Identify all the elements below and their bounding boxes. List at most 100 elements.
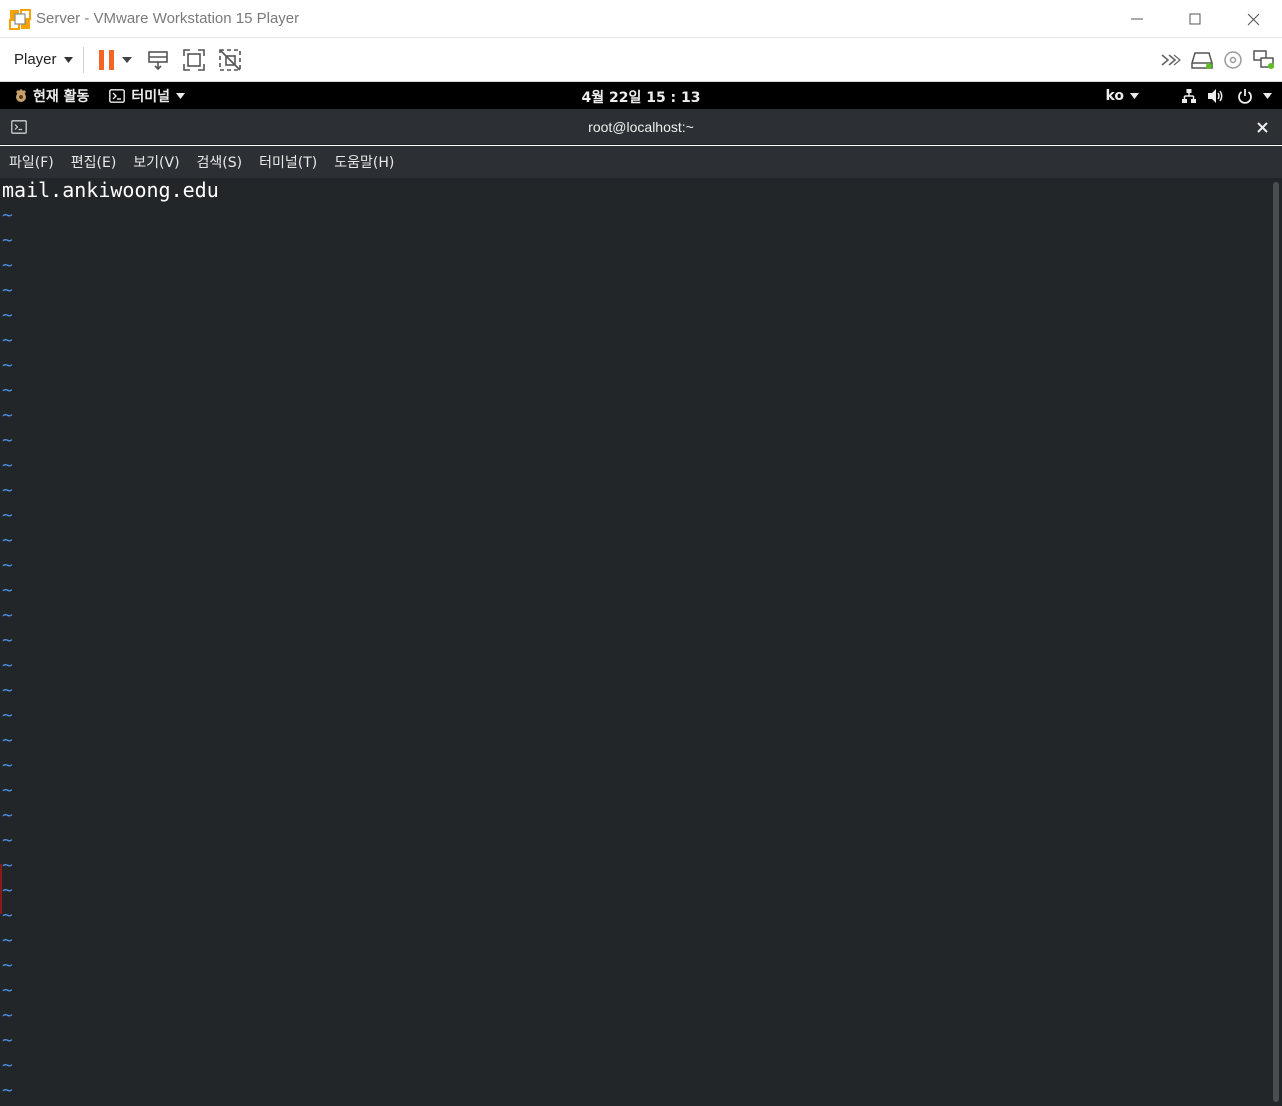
pause-icon	[98, 49, 114, 70]
close-window-button[interactable]	[1224, 0, 1282, 38]
vim-empty-line-marker: ~	[2, 805, 13, 826]
vim-empty-line-marker: ~	[2, 205, 13, 226]
buffer-line: mail.ankiwoong.edu	[2, 178, 219, 202]
full-screen-button[interactable]	[182, 45, 206, 75]
vim-empty-line-marker: ~	[2, 1080, 13, 1101]
terminal-headerbar: root@localhost:~	[0, 109, 1282, 145]
player-menu-button[interactable]: Player	[14, 45, 73, 75]
vim-empty-line-marker: ~	[2, 930, 13, 951]
vim-empty-line-marker: ~	[2, 655, 13, 676]
player-menu-label: Player	[14, 51, 57, 68]
vim-empty-line-marker: ~	[2, 855, 13, 876]
window-titlebar: Server - VMware Workstation 15 Player	[0, 0, 1282, 38]
more-devices-button[interactable]	[1160, 45, 1182, 75]
activities-button[interactable]: 현재 활동	[14, 86, 89, 106]
app-menu-label: 터미널	[131, 88, 171, 105]
vim-empty-line-marker: ~	[2, 530, 13, 551]
vim-empty-line-marker: ~	[2, 605, 13, 626]
vim-empty-line-marker: ~	[2, 255, 13, 276]
vim-empty-line-marker: ~	[2, 430, 13, 451]
menu-terminal[interactable]: 터미널(T)	[259, 152, 317, 172]
vim-empty-line-marker: ~	[2, 1030, 13, 1051]
cd-dvd-button[interactable]	[1222, 45, 1244, 75]
input-language-button[interactable]: ko	[1105, 88, 1139, 104]
maximize-icon	[1189, 13, 1201, 25]
vim-empty-line-marker: ~	[2, 455, 13, 476]
power-menu-button[interactable]	[1237, 88, 1272, 104]
vim-empty-line-marker: ~	[2, 730, 13, 751]
maximize-button[interactable]	[1166, 0, 1224, 38]
send-ctrl-alt-del-button[interactable]	[146, 45, 170, 75]
power-icon	[1238, 88, 1252, 104]
terminal-window-icon	[11, 120, 27, 134]
vim-empty-line-marker: ~	[2, 405, 13, 426]
vim-empty-line-marker: ~	[2, 1055, 13, 1076]
close-icon	[1256, 121, 1268, 133]
unity-disabled-icon	[218, 48, 241, 71]
vim-empty-line-marker: ~	[2, 555, 13, 576]
system-tray: ko	[1105, 82, 1272, 109]
volume-icon	[1208, 88, 1223, 103]
menu-view[interactable]: 보기(V)	[133, 152, 179, 172]
send-keys-icon	[147, 50, 168, 70]
close-terminal-button[interactable]	[1254, 119, 1270, 135]
network-status-button[interactable]	[1181, 88, 1197, 104]
gnome-foot-icon	[16, 88, 26, 102]
vim-empty-line-marker: ~	[2, 1005, 13, 1026]
activities-label: 현재 활동	[33, 88, 90, 105]
vim-empty-line-marker: ~	[2, 880, 13, 901]
vim-empty-line-marker: ~	[2, 305, 13, 326]
volume-button[interactable]	[1207, 88, 1225, 104]
terminal-content-area[interactable]: mail.ankiwoong.edu ~ ~ ~ ~ ~ ~ ~ ~ ~ ~ ~ ~ ~ ~ ~ ~ ~ ~ ~ ~ ~…	[0, 178, 1282, 1106]
vim-empty-line-marker: ~	[2, 280, 13, 301]
vim-empty-line-marker: ~	[2, 355, 13, 376]
vim-empty-line-marker: ~	[2, 705, 13, 726]
chevron-down-icon	[63, 56, 73, 63]
terminal-app-icon	[109, 88, 126, 103]
vmware-logo-icon	[9, 8, 31, 30]
terminal-menubar: 파일(F) 편집(E) 보기(V) 검색(S) 터미널(T) 도움말(H)	[0, 146, 1282, 178]
vim-buffer[interactable]: mail.ankiwoong.edu ~ ~ ~ ~ ~ ~ ~ ~ ~ ~ ~ ~ ~ ~ ~ ~ ~ ~ ~ ~ ~…	[2, 178, 219, 1103]
terminal-scrollbar[interactable]	[1273, 182, 1279, 1102]
pause-button[interactable]	[98, 45, 116, 75]
menu-help[interactable]: 도움말(H)	[334, 152, 394, 172]
minimize-button[interactable]	[1108, 0, 1166, 38]
hard-disk-button[interactable]	[1190, 45, 1214, 75]
chevron-down-icon	[1263, 92, 1272, 99]
cd-dvd-icon	[1224, 51, 1242, 69]
pause-dropdown-button[interactable]	[121, 45, 132, 75]
input-language-label: ko	[1105, 87, 1124, 104]
vim-empty-line-marker: ~	[2, 630, 13, 651]
vim-empty-line-marker: ~	[2, 480, 13, 501]
network-adapter-icon	[1253, 50, 1274, 69]
vim-empty-line-marker: ~	[2, 230, 13, 251]
vim-empty-line-marker: ~	[2, 830, 13, 851]
hard-disk-icon	[1191, 52, 1213, 69]
chevron-down-icon	[176, 92, 186, 99]
menu-search[interactable]: 검색(S)	[197, 152, 243, 172]
network-adapter-button[interactable]	[1252, 45, 1276, 75]
chevron-down-icon	[121, 56, 132, 63]
vim-empty-line-marker: ~	[2, 330, 13, 351]
terminal-title: root@localhost:~	[588, 119, 694, 135]
vim-empty-line-marker: ~	[2, 505, 13, 526]
unity-button[interactable]	[218, 45, 242, 75]
menu-file[interactable]: 파일(F)	[9, 152, 54, 172]
chevron-down-icon	[1130, 92, 1139, 99]
vim-empty-line-marker: ~	[2, 980, 13, 1001]
vim-empty-line-marker: ~	[2, 580, 13, 601]
vim-empty-line-marker: ~	[2, 380, 13, 401]
app-menu-button[interactable]: 터미널	[109, 86, 186, 106]
clock[interactable]: 4월 22일 15 : 13	[581, 90, 700, 106]
vim-empty-line-marker: ~	[2, 680, 13, 701]
menu-edit[interactable]: 편집(E)	[71, 152, 117, 172]
close-icon	[1247, 13, 1259, 25]
gnome-top-bar: 현재 활동 터미널 4월 22일 15 : 13 ko	[0, 82, 1282, 109]
vim-empty-line-marker: ~	[2, 755, 13, 776]
window-title: Server - VMware Workstation 15 Player	[36, 10, 300, 27]
vim-empty-line-marker: ~	[2, 780, 13, 801]
vim-empty-line-marker: ~	[2, 955, 13, 976]
double-chevron-right-icon	[1161, 54, 1181, 66]
minimize-icon	[1131, 18, 1143, 20]
margin-marker	[0, 864, 2, 914]
